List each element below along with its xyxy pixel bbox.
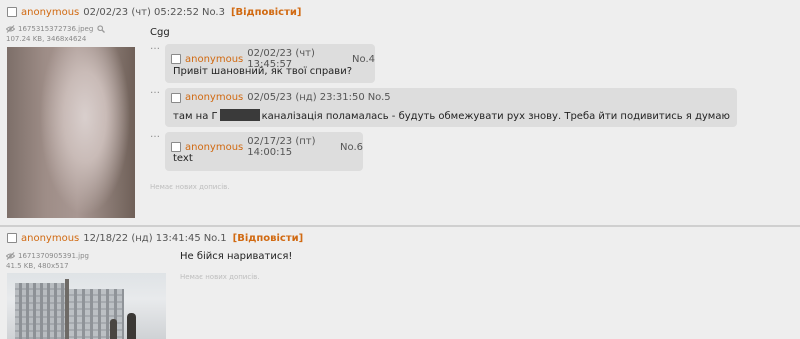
file-details: 107.24 KB, 3468x4624	[6, 35, 87, 43]
post-number[interactable]: No.4	[352, 54, 375, 65]
post-checkbox[interactable]	[7, 7, 17, 17]
file-info: 1675315372736.jpeg 107.24 KB, 3468x4624	[6, 24, 106, 44]
file-details: 41.5 KB, 480x517	[6, 262, 69, 270]
post-datetime: 02/17/23 (пт) 14:00:15	[247, 136, 316, 158]
eye-slash-icon[interactable]	[6, 25, 15, 33]
poster-name: anonymous	[185, 92, 244, 103]
reply-post: anonymous 02/17/23 (пт) 14:00:15 No.6 te…	[165, 132, 363, 171]
post-image[interactable]	[7, 47, 135, 218]
reply-indicator: …	[150, 85, 161, 96]
reply-text: text	[173, 153, 193, 164]
post-text: Не бійся нариватися!	[180, 251, 293, 262]
post-number[interactable]: No.5	[368, 92, 391, 103]
file-name[interactable]: 1675315372736.jpeg	[18, 24, 93, 34]
post-number[interactable]: No.6	[340, 142, 363, 153]
reply-link[interactable]: [Відповісти]	[231, 7, 302, 18]
poster-name: anonymous	[185, 141, 244, 153]
reply-text: там на Г каналізація поламалась - будуть …	[173, 109, 730, 122]
reply-indicator: …	[150, 41, 161, 52]
poster-name: anonymous	[185, 53, 244, 65]
post-image[interactable]	[7, 273, 166, 339]
reply-text-before: там на Г	[173, 111, 218, 122]
thread-1: anonymous 02/02/23 (чт) 05:22:52 No.3 [В…	[0, 0, 800, 228]
post-checkbox[interactable]	[7, 233, 17, 243]
reply-post: anonymous 02/02/23 (чт) 13:45:57 No.4 Пр…	[165, 44, 375, 83]
post-header: anonymous 12/18/22 (нд) 13:41:45 No.1 [В…	[0, 229, 800, 247]
post-datetime: 12/18/22 (нд) 13:41:45	[83, 232, 201, 244]
eye-slash-icon[interactable]	[6, 252, 15, 260]
post-header: anonymous 02/02/23 (чт) 05:22:52 No.3 [В…	[0, 3, 800, 21]
reply-post: anonymous 02/05/23 (нд) 23:31:50 No.5 та…	[165, 88, 737, 127]
post-number[interactable]: No.3	[202, 7, 225, 18]
redacted-block	[219, 109, 260, 121]
no-new-posts-text: Немає нових дописів.	[180, 273, 260, 281]
tree-shape	[65, 279, 69, 339]
post-text: Cgg	[150, 27, 170, 38]
search-icon[interactable]	[97, 25, 106, 33]
no-new-posts-text: Немає нових дописів.	[150, 183, 230, 191]
reply-link[interactable]: [Відповісти]	[233, 233, 304, 244]
reply-indicator: …	[150, 129, 161, 140]
post-checkbox[interactable]	[171, 92, 181, 103]
thread-divider	[0, 225, 800, 227]
person-shape	[127, 313, 136, 339]
thread-2: anonymous 12/18/22 (нд) 13:41:45 No.1 [В…	[0, 228, 800, 339]
poster-name: anonymous	[21, 232, 80, 244]
post-datetime: 02/02/23 (чт) 05:22:52	[83, 6, 199, 18]
file-name[interactable]: 1671370905391.jpg	[18, 251, 89, 261]
building-shape	[15, 283, 65, 339]
poster-name: anonymous	[21, 6, 80, 18]
post-number[interactable]: No.1	[204, 233, 227, 244]
file-info: 1671370905391.jpg 41.5 KB, 480x517	[6, 251, 89, 271]
post-checkbox[interactable]	[171, 54, 181, 64]
reply-text-after: каналізація поламалась - будуть обмежува…	[261, 111, 730, 122]
post-checkbox[interactable]	[171, 142, 181, 152]
person-shape	[110, 319, 117, 339]
post-datetime: 02/05/23 (нд) 23:31:50	[247, 92, 365, 103]
reply-text: Привіт шановний, як твої справи?	[173, 66, 353, 77]
